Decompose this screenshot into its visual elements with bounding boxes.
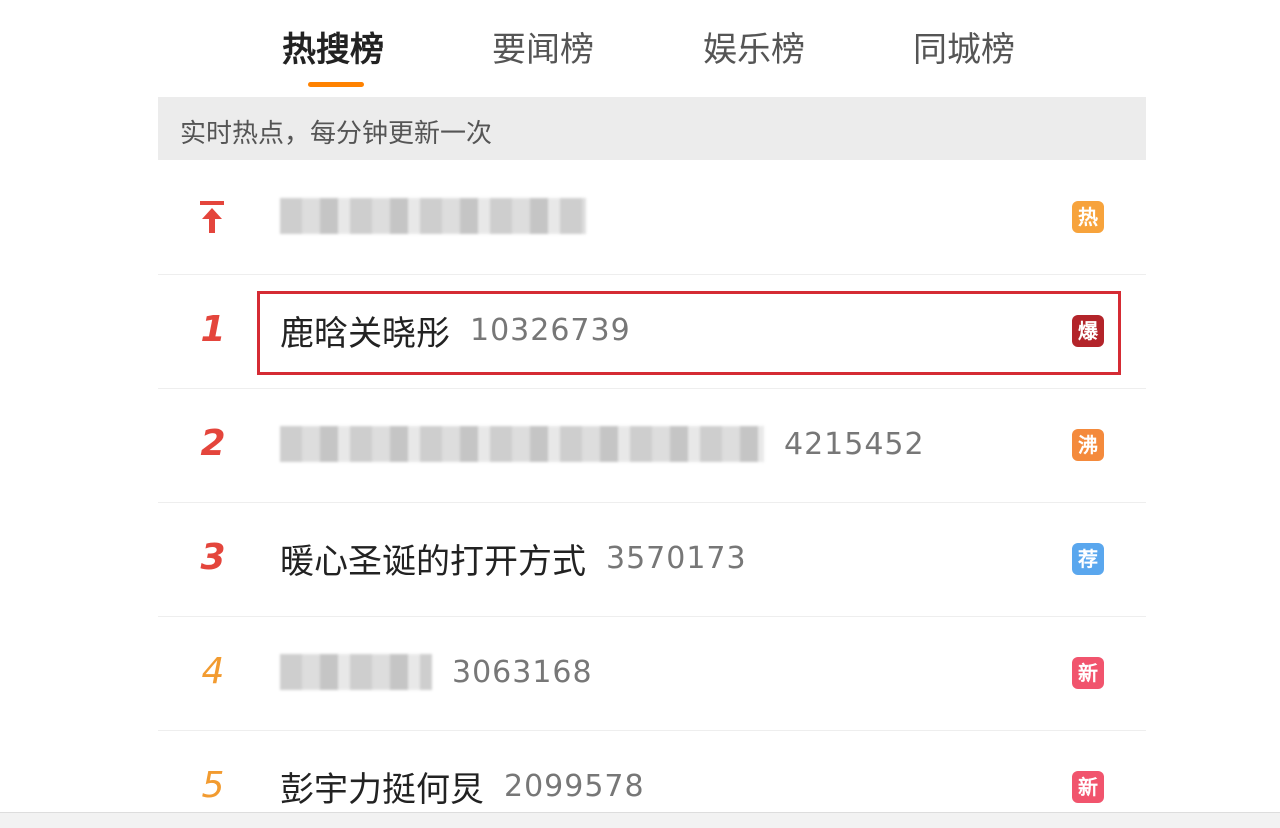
row-title-wrap — [280, 191, 586, 241]
rank-number: 1 — [200, 309, 226, 350]
highlight-annotation-box — [257, 291, 1121, 375]
active-tab-indicator — [308, 82, 364, 87]
list-item[interactable]: 2 4215452 沸 — [158, 389, 1146, 503]
tab-news[interactable]: 要闻榜 — [492, 22, 594, 71]
rank-number: 4 — [201, 651, 225, 692]
recommend-badge: 荐 — [1072, 543, 1104, 575]
update-notice: 实时热点，每分钟更新一次 — [180, 119, 493, 149]
row-title-wrap: 彭宇力挺何炅 2099578 — [280, 761, 645, 811]
info-bar: 实时热点，每分钟更新一次 — [158, 97, 1146, 160]
row-title-wrap: 4215452 — [280, 419, 925, 469]
list-item[interactable]: 3 暖心圣诞的打开方式 3570173 荐 — [158, 503, 1146, 617]
hot-search-page: 热搜榜 要闻榜 娱乐榜 同城榜 实时热点，每分钟更新一次 热 1 鹿晗关晓彤 1… — [0, 0, 1280, 828]
boiling-badge: 沸 — [1072, 429, 1104, 461]
tab-entertainment[interactable]: 娱乐榜 — [703, 22, 805, 71]
tab-bar: 热搜榜 要闻榜 娱乐榜 同城榜 — [0, 0, 1280, 96]
new-badge: 新 — [1072, 771, 1104, 803]
hot-badge: 热 — [1072, 201, 1104, 233]
topic-title[interactable]: 暖心圣诞的打开方式 — [280, 534, 586, 583]
heat-count: 3570173 — [606, 540, 747, 576]
pin-top-icon — [200, 201, 224, 233]
row-title-wrap: 暖心圣诞的打开方式 3570173 — [280, 533, 747, 583]
rank-number: 5 — [201, 765, 225, 806]
blurred-title — [280, 198, 586, 234]
new-badge: 新 — [1072, 657, 1104, 689]
blurred-title — [280, 654, 432, 690]
tab-hot-search[interactable]: 热搜榜 — [282, 22, 384, 71]
row-title-wrap: 3063168 — [280, 647, 593, 697]
list-item-pinned[interactable]: 热 — [158, 161, 1146, 275]
bottom-edge — [0, 812, 1280, 828]
rank-number: 3 — [200, 537, 226, 578]
list-item[interactable]: 4 3063168 新 — [158, 617, 1146, 731]
tab-local[interactable]: 同城榜 — [913, 22, 1015, 71]
heat-count: 3063168 — [452, 654, 593, 690]
topic-title[interactable]: 彭宇力挺何炅 — [280, 762, 484, 811]
heat-count: 4215452 — [784, 426, 925, 462]
heat-count: 2099578 — [504, 768, 645, 804]
blurred-title — [280, 426, 764, 462]
rank-number: 2 — [200, 423, 226, 464]
